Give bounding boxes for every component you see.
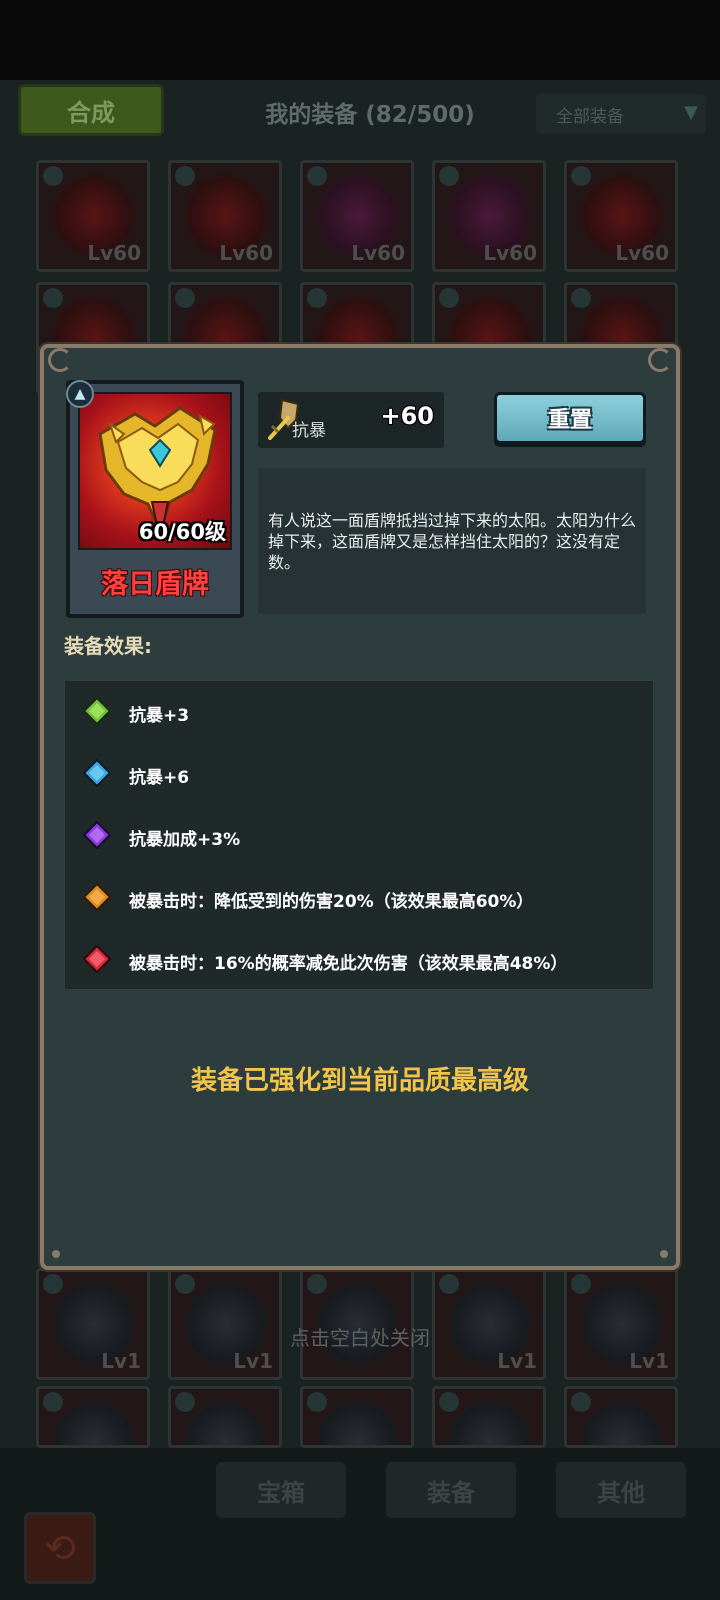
slot-type-icon [571, 288, 591, 308]
slot-type-icon [439, 1274, 459, 1294]
slot-type-icon [175, 166, 195, 186]
filter-selected-value: 全部装备 [556, 106, 624, 127]
slot-level: Lv1 [629, 1349, 669, 1373]
tab-chest[interactable]: 宝箱 [216, 1462, 346, 1518]
slot-type-icon [571, 1274, 591, 1294]
effect-text: 抗暴+6 [129, 768, 190, 788]
tab-other[interactable]: 其他 [556, 1462, 686, 1518]
effect-text: 抗暴+3 [129, 706, 190, 726]
item-card: 60/60级 ▲ 落日盾牌 [66, 380, 244, 618]
slot-level: Lv60 [219, 241, 273, 265]
inventory-slot[interactable] [168, 1386, 282, 1448]
frame-ornament [648, 348, 672, 372]
slot-type-icon [43, 166, 63, 186]
tab-equipment[interactable]: 装备 [386, 1462, 516, 1518]
stat-value: +60 [380, 402, 434, 430]
frame-rivet [52, 1250, 60, 1258]
slot-type-icon [439, 288, 459, 308]
effect-row: 抗暴加成+3% [65, 815, 655, 855]
effects-list: 抗暴+3 抗暴+6 抗暴加成+3% 被暴击时：降低受到的伤害20%（该效果最高6… [64, 680, 654, 990]
equipment-filter-select[interactable]: 全部装备 ▼ [536, 94, 706, 134]
slot-level: Lv60 [483, 241, 537, 265]
inventory-title: 我的装备 (82/500) [265, 102, 475, 128]
stat-box: 抗暴 +60 [258, 392, 444, 448]
effect-text: 抗暴加成+3% [129, 830, 241, 850]
red-gem-icon [83, 945, 111, 973]
effects-title: 装备效果: [64, 634, 152, 658]
item-level: 60/60级 [138, 520, 226, 544]
back-arrow-icon: ⟲ [44, 1526, 76, 1570]
orange-gem-icon [83, 883, 111, 911]
slot-level: Lv60 [87, 241, 141, 265]
close-hint[interactable]: 点击空白处关闭 [0, 1322, 720, 1351]
slot-type-icon [307, 1392, 327, 1412]
effect-text: 被暴击时：降低受到的伤害20%（该效果最高60%） [129, 892, 534, 912]
slot-level: Lv60 [351, 241, 405, 265]
max-level-message: 装备已强化到当前品质最高级 [190, 1066, 529, 1096]
equipment-detail-dialog: 60/60级 ▲ 落日盾牌 抗暴 +60 重置 有人说这一面盾牌抵挡过掉下来的太… [40, 344, 680, 1270]
slot-type-icon [175, 1392, 195, 1412]
slot-type-icon [307, 166, 327, 186]
quality-icon: ▲ [66, 380, 94, 408]
slot-type-icon [439, 1392, 459, 1412]
effect-row: 被暴击时：16%的概率减免此次伤害（该效果最高48%） [65, 939, 655, 979]
frame-ornament [48, 348, 72, 372]
slot-level: Lv60 [615, 241, 669, 265]
slot-type-icon [43, 1392, 63, 1412]
slot-type-icon [175, 288, 195, 308]
slot-type-icon [307, 1274, 327, 1294]
reset-button[interactable]: 重置 [494, 392, 646, 444]
back-button[interactable]: ⟲ [24, 1512, 96, 1584]
frame-rivet [660, 1250, 668, 1258]
slot-type-icon [439, 166, 459, 186]
inventory-slot[interactable]: Lv60 [564, 160, 678, 272]
status-bar [0, 0, 720, 80]
inventory-slot[interactable]: Lv60 [36, 160, 150, 272]
effect-row: 被暴击时：降低受到的伤害20%（该效果最高60%） [65, 877, 655, 917]
slot-type-icon [571, 1392, 591, 1412]
slot-type-icon [571, 166, 591, 186]
slot-level: Lv1 [497, 1349, 537, 1373]
item-name: 落日盾牌 [101, 569, 209, 600]
inventory-slot[interactable] [432, 1386, 546, 1448]
slot-level: Lv1 [101, 1349, 141, 1373]
inventory-slot[interactable] [564, 1386, 678, 1448]
slot-type-icon [43, 1274, 63, 1294]
item-description: 有人说这一面盾牌抵挡过掉下来的太阳。太阳为什么掉下来，这面盾牌又是怎样挡住太阳的… [258, 468, 646, 614]
chevron-down-icon: ▼ [684, 102, 698, 123]
item-image: 60/60级 [78, 392, 232, 550]
compose-button[interactable]: 合成 [18, 84, 164, 136]
effect-row: 抗暴+6 [65, 753, 655, 793]
inventory-slot[interactable]: Lv60 [168, 160, 282, 272]
inventory-slot[interactable]: Lv60 [300, 160, 414, 272]
slot-type-icon [307, 288, 327, 308]
green-gem-icon [83, 697, 111, 725]
inventory-slot[interactable] [300, 1386, 414, 1448]
inventory-slot[interactable]: Lv60 [432, 160, 546, 272]
stat-label: 抗暴 [292, 421, 326, 441]
slot-type-icon [43, 288, 63, 308]
blue-gem-icon [83, 759, 111, 787]
inventory-slot[interactable] [36, 1386, 150, 1448]
slot-level: Lv1 [233, 1349, 273, 1373]
purple-gem-icon [83, 821, 111, 849]
effect-row: 抗暴+3 [65, 691, 655, 731]
slot-type-icon [175, 1274, 195, 1294]
description-text: 有人说这一面盾牌抵挡过掉下来的太阳。太阳为什么掉下来，这面盾牌又是怎样挡住太阳的… [268, 511, 637, 572]
effect-text: 被暴击时：16%的概率减免此次伤害（该效果最高48%） [129, 954, 568, 974]
